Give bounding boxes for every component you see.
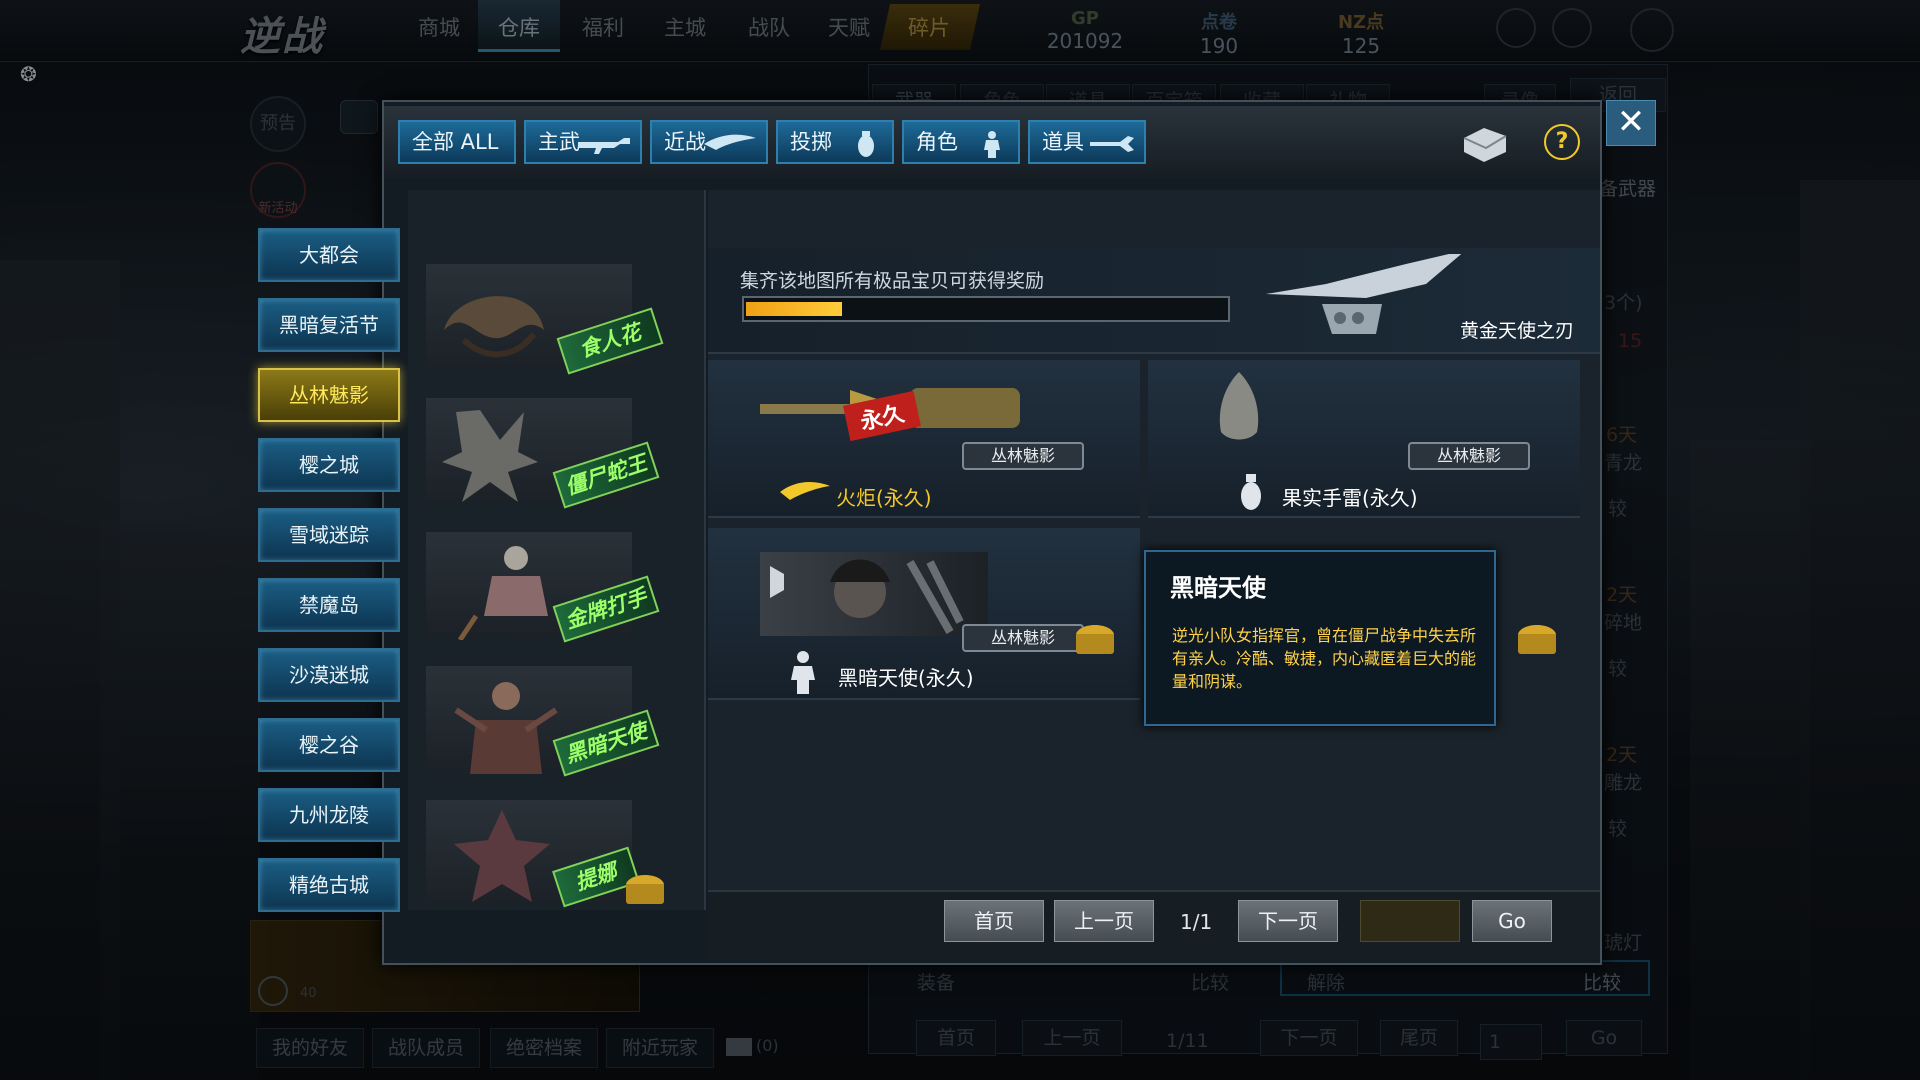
collection-progress-bar bbox=[742, 296, 1230, 322]
treasure-chest-icon bbox=[626, 875, 664, 904]
tool-icon bbox=[1090, 136, 1134, 152]
go-button[interactable]: Go bbox=[1472, 900, 1552, 942]
filter-character-button[interactable]: 角色 bbox=[902, 120, 1020, 164]
prev-page-button[interactable]: 上一页 bbox=[1054, 900, 1154, 942]
map-item[interactable]: 精绝古城 bbox=[258, 858, 400, 912]
filter-label: 道具 bbox=[1042, 130, 1084, 154]
filter-melee-button[interactable]: 近战 bbox=[650, 120, 768, 164]
map-item[interactable]: 沙漠迷城 bbox=[258, 648, 400, 702]
map-item[interactable]: 黑暗复活节 bbox=[258, 298, 400, 352]
item-name: 火炬(永久) bbox=[836, 486, 932, 510]
item-name: 黑暗天使(永久) bbox=[838, 666, 974, 690]
fruit-grenade-image bbox=[1219, 372, 1259, 440]
map-item[interactable]: 樱之谷 bbox=[258, 718, 400, 772]
boss-dark-angel-portrait bbox=[454, 682, 558, 774]
filter-label: 近战 bbox=[664, 130, 706, 154]
grenade-icon bbox=[1241, 474, 1261, 510]
map-badge: 丛林魅影 bbox=[1408, 442, 1530, 470]
character-icon bbox=[984, 131, 1000, 158]
filter-items-button[interactable]: 道具 bbox=[1028, 120, 1146, 164]
progress-fill bbox=[746, 302, 842, 316]
map-item[interactable]: 九州龙陵 bbox=[258, 788, 400, 842]
filter-label: 投掷 bbox=[790, 130, 832, 154]
melee-icon bbox=[780, 482, 830, 500]
rifle-icon bbox=[578, 138, 630, 154]
page-input[interactable] bbox=[1360, 900, 1460, 942]
map-item[interactable]: 雪域迷踪 bbox=[258, 508, 400, 562]
boss-plant-portrait bbox=[444, 296, 544, 358]
item-name: 果实手雷(永久) bbox=[1282, 486, 1418, 510]
boss-tina-portrait bbox=[454, 810, 550, 902]
game-screen: 逆战 商城 仓库 福利 主城 战队 天赋 碎片 GP 201092 点卷 190… bbox=[0, 0, 1920, 1080]
next-page-button[interactable]: 下一页 bbox=[1238, 900, 1338, 942]
treasure-chest-icon bbox=[1518, 625, 1556, 654]
filter-label: 全部 ALL bbox=[412, 130, 499, 154]
map-item[interactable]: 樱之城 bbox=[258, 438, 400, 492]
pagination-bar bbox=[708, 890, 1600, 960]
close-icon[interactable]: ✕ bbox=[1606, 100, 1656, 146]
dark-angel-portrait bbox=[760, 552, 988, 636]
filter-all-button[interactable]: 全部 ALL bbox=[398, 120, 516, 164]
filter-primary-button[interactable]: 主武 bbox=[524, 120, 642, 164]
map-badge: 丛林魅影 bbox=[962, 442, 1084, 470]
map-item[interactable]: 大都会 bbox=[258, 228, 400, 282]
filter-throwable-button[interactable]: 投掷 bbox=[776, 120, 894, 164]
filter-label: 主武 bbox=[538, 130, 580, 154]
item-tooltip: 黑暗天使 逆光小队女指挥官，曾在僵尸战争中失去所有亲人。冷酷、敏捷，内心藏匿着巨… bbox=[1144, 550, 1496, 726]
map-item[interactable]: 禁魔岛 bbox=[258, 578, 400, 632]
help-icon[interactable]: ? bbox=[1544, 124, 1580, 160]
grenade-icon bbox=[858, 131, 874, 157]
tooltip-title: 黑暗天使 bbox=[1170, 574, 1266, 602]
boss-snake-portrait bbox=[442, 410, 538, 502]
character-icon bbox=[791, 651, 815, 694]
golden-angel-blade-image bbox=[1266, 254, 1462, 334]
reward-description: 集齐该地图所有极品宝贝可获得奖励 bbox=[740, 270, 1045, 292]
first-page-button[interactable]: 首页 bbox=[944, 900, 1044, 942]
filter-label: 角色 bbox=[916, 130, 958, 154]
treasure-chest-icon bbox=[1076, 625, 1114, 654]
map-badge: 丛林魅影 bbox=[962, 624, 1084, 652]
map-item-active[interactable]: 丛林魅影 bbox=[258, 368, 400, 422]
reward-item-name: 黄金天使之刃 bbox=[1460, 320, 1575, 342]
page-indicator: 1/1 bbox=[1180, 910, 1213, 934]
tooltip-description: 逆光小队女指挥官，曾在僵尸战争中失去所有亲人。冷酷、敏捷，内心藏匿着巨大的能量和… bbox=[1172, 626, 1477, 691]
knife-icon bbox=[704, 134, 756, 150]
treasure-chest-icon[interactable] bbox=[1460, 124, 1510, 164]
character-portrait-image bbox=[770, 559, 964, 634]
